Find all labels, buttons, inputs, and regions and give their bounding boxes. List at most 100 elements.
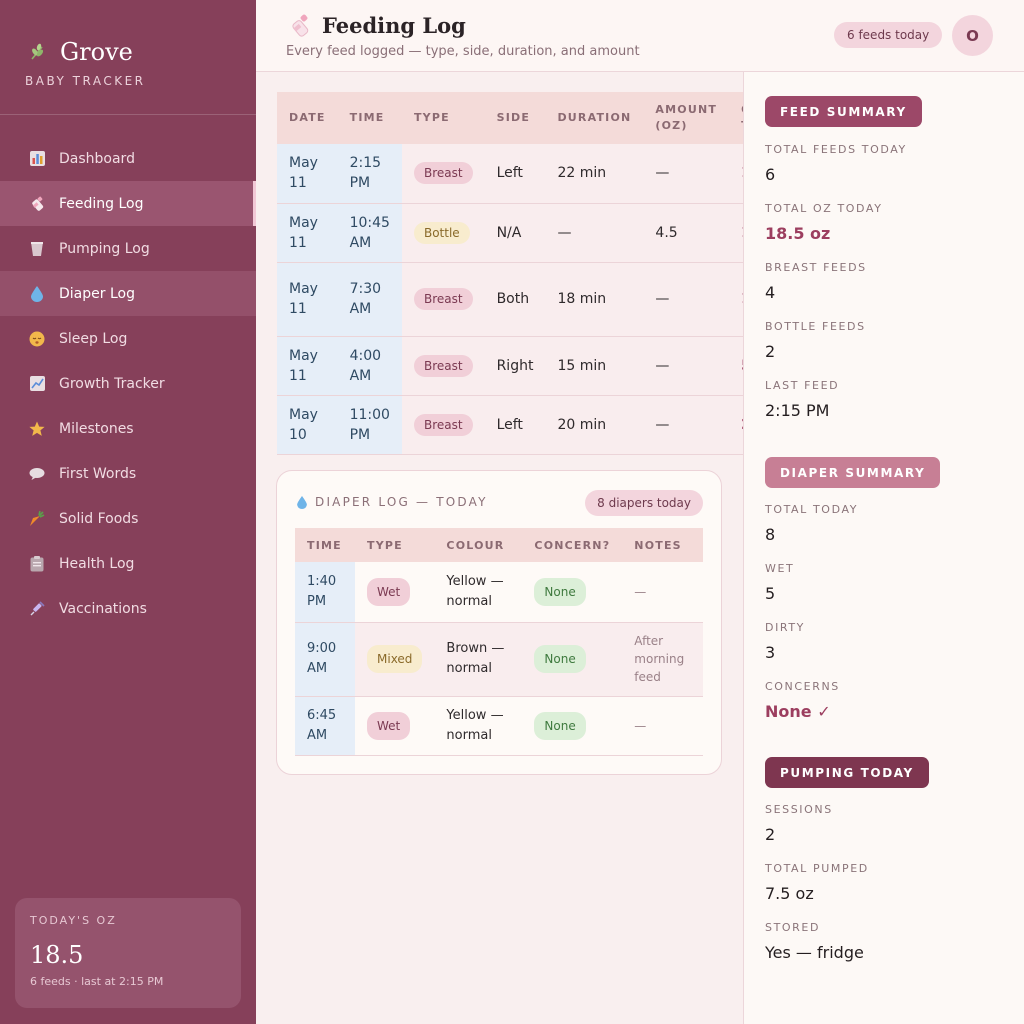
stat-value: None ✓ (765, 702, 831, 721)
stat-value: 2 (765, 825, 776, 844)
sidebar-item-diaper-log[interactable]: Diaper Log (0, 271, 256, 316)
diaper-log-card: DIAPER LOG — TODAY 8 diapers today TIME … (276, 470, 722, 775)
cell-type: Breast (401, 144, 485, 204)
column-header-colour[interactable]: COLOUR (434, 528, 523, 562)
type-pill: Breast (413, 413, 473, 436)
table-row[interactable]: 6:45 AM Wet Yellow — normal None — (295, 696, 703, 756)
stat-label: BREAST FEEDS (765, 261, 867, 274)
table-row[interactable]: May 11 2:15 PM Breast Left 22 min — 18.5 (277, 144, 743, 204)
cell-type: Wet (355, 562, 435, 623)
droplet-icon (29, 285, 45, 302)
stat-label: BOTTLE FEEDS (765, 320, 866, 333)
sidebar-item-growth-tracker[interactable]: Growth Tracker (0, 361, 256, 406)
sidebar-item-label: Feeding Log (59, 195, 144, 212)
cell-side: Left (484, 144, 546, 204)
cell-colour: Yellow — normal (434, 562, 523, 623)
type-pill: Breast (413, 288, 473, 310)
sidebar-item-health-log[interactable]: Health Log (0, 541, 256, 586)
stat-value: 5 (765, 584, 776, 603)
feed-summary-header: FEED SUMMARY (765, 96, 922, 127)
sidebar-item-pumping-log[interactable]: Pumping Log (0, 226, 256, 271)
cell-colour: Brown — normal (434, 622, 523, 697)
todays-oz-card: TODAY'S OZ 18.5 6 feeds · last at 2:15 P… (15, 898, 241, 1008)
table-row[interactable]: 9:00 AM Mixed Brown — normal None After … (295, 622, 703, 697)
cell-colour: Yellow — normal (434, 696, 523, 756)
cell-notes: — (622, 696, 703, 756)
page-header: Feeding Log Every feed logged — type, si… (256, 0, 1024, 72)
feeding-table: DATE TIME TYPE SIDE DURATION AMOUNT (OZ)… (277, 92, 743, 455)
table-row[interactable]: May 11 7:30 AM Breast Both 18 min — 10.0 (277, 262, 743, 337)
cell-duration: 15 min (545, 336, 644, 396)
leaf-icon (31, 43, 44, 60)
column-header-side[interactable]: SIDE (484, 92, 546, 144)
sidebar-item-label: Sleep Log (59, 330, 128, 347)
cell-type: Breast (401, 395, 485, 455)
stat-label: DIRTY (765, 621, 805, 634)
column-header-date[interactable]: DATE (277, 92, 338, 144)
cell-date: May 11 (277, 336, 338, 396)
cell-amount: — (643, 395, 730, 455)
cell-type: Bottle (401, 203, 485, 263)
stat-label: LAST FEED (765, 379, 840, 392)
cell-side: Both (484, 262, 546, 337)
brand-name: Grove (60, 38, 133, 66)
concern-pill: None (534, 577, 586, 606)
speech-bubble-icon (29, 466, 45, 482)
avatar[interactable]: O (952, 15, 993, 56)
table-row[interactable]: May 11 4:00 AM Breast Right 15 min — 5.5 (277, 336, 743, 396)
cell-amount: — (643, 262, 730, 337)
droplet-icon (297, 495, 307, 509)
brand[interactable]: Grove BABY TRACKER (25, 38, 146, 88)
column-header-notes[interactable]: NOTES (622, 528, 703, 562)
type-pill: Bottle (413, 221, 470, 244)
table-row[interactable]: 1:40 PM Wet Yellow — normal None — (295, 562, 703, 623)
column-header-concern[interactable]: CONCERN? (522, 528, 623, 562)
stat-label: TOTAL FEEDS TODAY (765, 143, 907, 156)
syringe-icon (29, 600, 45, 617)
cell-date: May 10 (277, 395, 338, 455)
sidebar-divider (0, 114, 256, 115)
sidebar-item-solid-foods[interactable]: Solid Foods (0, 496, 256, 541)
sidebar-item-label: Health Log (59, 555, 135, 572)
stat-label: WET (765, 562, 795, 575)
stat-label: SESSIONS (765, 803, 833, 816)
stat-value: 18.5 oz (765, 224, 831, 243)
cell-notes: After morning feed (622, 622, 703, 697)
sidebar-item-sleep-log[interactable]: Sleep Log (0, 316, 256, 361)
concern-pill: None (534, 645, 586, 673)
sidebar-item-milestones[interactable]: Milestones (0, 406, 256, 451)
column-header-duration[interactable]: DURATION (545, 92, 644, 144)
cell-time: 11:00 PM (337, 395, 402, 455)
carrot-icon (29, 510, 45, 527)
clipboard-icon (29, 555, 45, 572)
sidebar-item-vaccinations[interactable]: Vaccinations (0, 586, 256, 631)
cell-time: 10:45 AM (337, 203, 402, 263)
cell-duration: 22 min (545, 144, 644, 204)
sidebar-item-first-words[interactable]: First Words (0, 451, 256, 496)
cell-time: 6:45 AM (295, 696, 355, 756)
sidebar-item-feeding-log[interactable]: Feeding Log (0, 181, 256, 226)
sidebar-item-dashboard[interactable]: Dashboard (0, 136, 256, 181)
column-header-time[interactable]: TIME (337, 92, 402, 144)
cell-amount: 4.5 (643, 203, 730, 263)
sidebar-item-label: Growth Tracker (59, 375, 165, 392)
column-header-oz-today[interactable]: OZ TODAY (729, 92, 743, 144)
table-row[interactable]: May 11 10:45 AM Bottle N/A — 4.5 14.5 (277, 203, 743, 263)
oz-card-value: 18.5 (30, 941, 84, 969)
table-header-row: TIME TYPE COLOUR CONCERN? NOTES (295, 528, 703, 562)
page-subtitle: Every feed logged — type, side, duration… (286, 44, 640, 59)
cup-icon (29, 241, 45, 257)
brand-subtitle: BABY TRACKER (25, 74, 146, 88)
column-header-type[interactable]: TYPE (401, 92, 485, 144)
column-header-amount[interactable]: AMOUNT (OZ) (643, 92, 730, 144)
column-header-time[interactable]: TIME (295, 528, 355, 562)
type-pill: Breast (413, 162, 473, 185)
cell-time: 9:00 AM (295, 622, 355, 697)
column-header-type[interactable]: TYPE (355, 528, 435, 562)
cell-oz-today: 5.5 (729, 336, 743, 396)
page-title: Feeding Log (322, 13, 466, 38)
star-icon (29, 421, 45, 437)
cell-concern: None (522, 562, 623, 623)
table-row[interactable]: May 10 11:00 PM Breast Left 20 min — 22.… (277, 395, 743, 455)
stat-label: TOTAL OZ TODAY (765, 202, 883, 215)
